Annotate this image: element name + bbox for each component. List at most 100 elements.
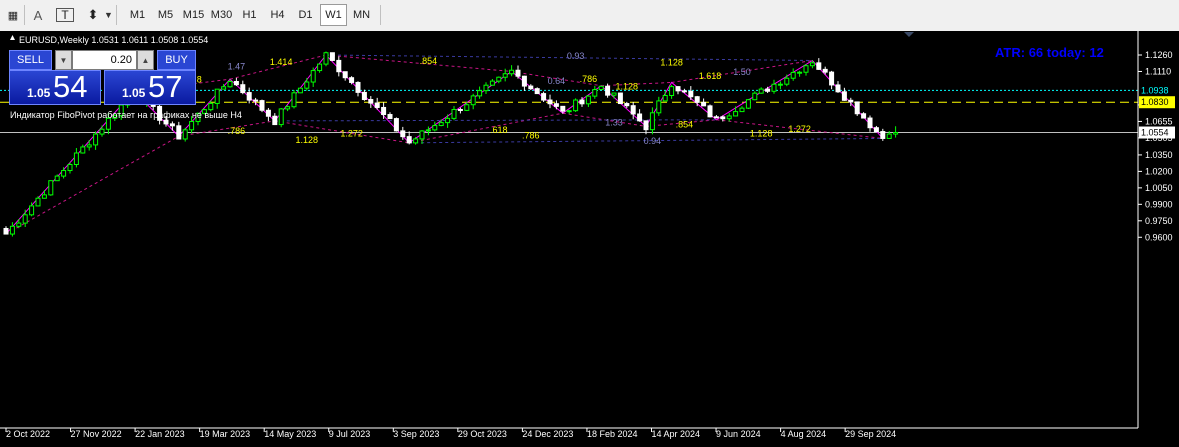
time-tick-label: 24 Dec 2023 — [522, 429, 573, 439]
candle-body — [419, 130, 425, 140]
timeframe-d1-button[interactable]: D1 — [292, 4, 319, 26]
lot-increase-button[interactable]: ▲ — [137, 50, 154, 70]
period-separator-icon[interactable]: ▦ — [3, 4, 23, 26]
sell-button[interactable]: SELL — [9, 50, 52, 70]
candle-body — [3, 227, 9, 235]
timeframe-w1-button[interactable]: W1 — [320, 4, 347, 26]
candle-body — [361, 91, 367, 101]
candle-body — [803, 65, 809, 73]
candle-body — [297, 87, 303, 94]
candle-body — [777, 83, 783, 86]
fibo-ratio-label: 1.272 — [788, 124, 811, 134]
candle-body — [464, 104, 470, 111]
candle-body — [637, 113, 643, 122]
toolbar-separator — [24, 5, 25, 25]
timeframe-m1-button[interactable]: M1 — [124, 4, 151, 26]
candle-body — [342, 71, 348, 79]
timeframe-m30-button[interactable]: M30 — [208, 4, 235, 26]
candle-body — [406, 136, 412, 144]
candle-body — [701, 101, 707, 107]
fibo-ratio-label: .786 — [228, 126, 246, 136]
candle-body — [310, 70, 316, 83]
candle-body — [745, 99, 751, 109]
candle-body — [848, 99, 854, 103]
toolbar-separator — [380, 5, 381, 25]
candle-body — [585, 95, 591, 105]
candle-body — [790, 71, 796, 79]
time-tick-label: 19 Mar 2023 — [200, 429, 251, 439]
time-tick-label: 9 Jun 2024 — [716, 429, 761, 439]
candle-body — [246, 92, 252, 101]
candle-body — [579, 99, 585, 105]
chevron-down-icon[interactable]: ▼ — [104, 10, 113, 20]
time-tick-label: 4 Aug 2024 — [781, 429, 827, 439]
candle-body — [720, 116, 726, 120]
candle-body — [445, 117, 451, 124]
candle-body — [233, 81, 239, 86]
price-tag-label: 1.0554 — [1141, 128, 1169, 138]
candle-body — [413, 138, 419, 144]
timeframe-h1-button[interactable]: H1 — [236, 4, 263, 26]
candle-body — [534, 88, 540, 95]
text-label-tool-icon[interactable]: T — [56, 8, 74, 22]
candle-body — [169, 123, 175, 127]
toolbar: ▦ A T ⬍ ▼ M1 M5 M15 M30 H1 H4 D1 W1 MN — [0, 0, 1179, 32]
candle-body — [304, 81, 310, 89]
candle-body — [368, 99, 374, 104]
ask-price-pips: 57 — [148, 69, 183, 104]
candle-body — [227, 81, 233, 88]
text-tool-icon[interactable]: A — [29, 4, 47, 26]
lot-decrease-button[interactable]: ▼ — [55, 50, 72, 70]
candle-body — [841, 91, 847, 101]
candle-body — [61, 170, 67, 177]
candle-body — [669, 86, 675, 96]
candle-body — [605, 85, 611, 96]
candle-body — [253, 99, 259, 102]
sell-price-box[interactable]: 1.05 54 — [9, 69, 101, 105]
candle-body — [496, 76, 502, 82]
candle-body — [189, 121, 195, 131]
toolbar-separator — [116, 5, 117, 25]
time-tick-label: 18 Feb 2024 — [587, 429, 638, 439]
candle-body — [99, 128, 105, 135]
timeframe-mn-button[interactable]: MN — [348, 4, 375, 26]
candle-body — [739, 107, 745, 113]
buy-button[interactable]: BUY — [157, 50, 196, 70]
price-tick-label: 1.0655 — [1145, 116, 1173, 126]
candle-body — [880, 131, 886, 139]
candle-body — [336, 59, 342, 73]
candle-body — [816, 62, 822, 70]
candle-body — [630, 105, 636, 115]
fibo-ratio-label: 1.47 — [228, 61, 246, 71]
buy-price-box[interactable]: 1.05 57 — [104, 69, 196, 105]
candle-body — [317, 63, 323, 72]
candle-body — [80, 146, 86, 154]
candle-body — [854, 101, 860, 115]
one-click-trading-panel: SELL ▼ 0.20 ▲ BUY 1.05 54 1.05 57 — [9, 50, 196, 106]
candle-body — [886, 133, 892, 139]
arrows-tool-icon[interactable]: ⬍ — [83, 4, 103, 26]
time-tick-label: 22 Jan 2023 — [135, 429, 185, 439]
fibo-ratio-label: .786 — [580, 74, 598, 84]
candle-body — [374, 102, 380, 108]
fibo-ratio-label: 1.414 — [270, 57, 293, 67]
candle-body — [54, 175, 60, 182]
timeframe-h4-button[interactable]: H4 — [264, 4, 291, 26]
candle-body — [457, 108, 463, 111]
candle-body — [323, 52, 329, 65]
time-tick-label: 3 Sep 2023 — [393, 429, 439, 439]
candle-body — [726, 115, 732, 120]
candle-body — [771, 83, 777, 92]
fibo-ratio-label: .854 — [420, 56, 438, 66]
timeframe-m15-button[interactable]: M15 — [180, 4, 207, 26]
candle-body — [553, 103, 559, 107]
candle-body — [560, 105, 566, 112]
candle-body — [707, 105, 713, 118]
candle-body — [509, 69, 515, 75]
lot-size-input[interactable]: 0.20 — [72, 50, 137, 70]
candle-body — [675, 86, 681, 92]
timeframe-m5-button[interactable]: M5 — [152, 4, 179, 26]
candle-body — [893, 132, 899, 135]
candle-body — [265, 109, 271, 117]
candle-body — [758, 88, 764, 94]
